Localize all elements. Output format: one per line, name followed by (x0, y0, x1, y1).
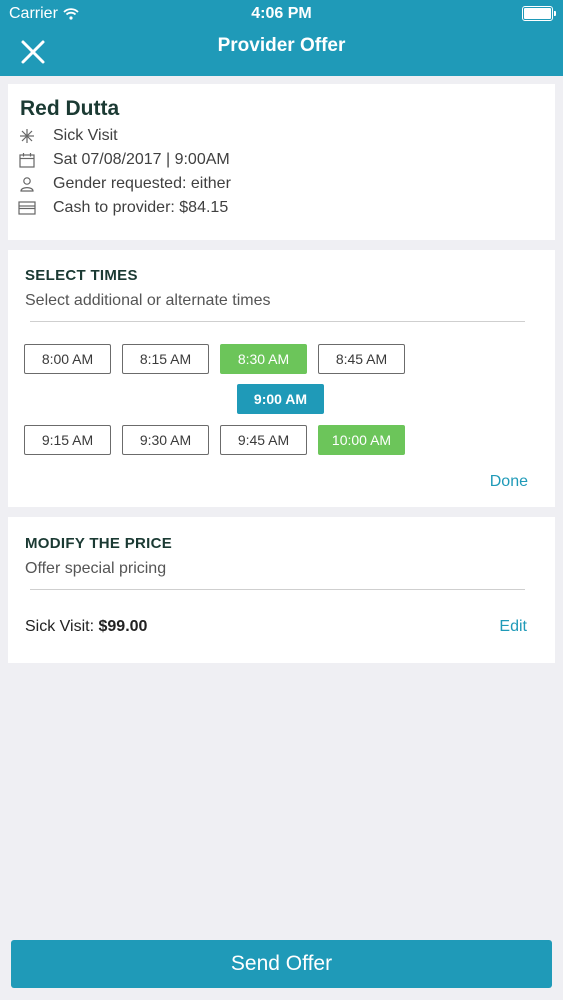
done-button[interactable]: Done (490, 473, 528, 491)
edit-price-button[interactable]: Edit (499, 618, 527, 636)
send-offer-button[interactable]: Send Offer (11, 940, 552, 988)
credit-card-icon (18, 199, 36, 217)
divider (30, 321, 525, 322)
patient-name: Red Dutta (20, 97, 120, 120)
datetime-row: Sat 07/08/2017 | 9:00AM (18, 150, 230, 170)
person-icon (18, 175, 36, 193)
time-slot-button[interactable]: 8:00 AM (24, 344, 111, 374)
status-time: 4:06 PM (251, 5, 312, 22)
nav-bar: Carrier 4:06 PM Provider Offer (0, 0, 563, 76)
modify-price-heading: MODIFY THE PRICE (25, 535, 173, 552)
select-times-heading: SELECT TIMES (25, 267, 138, 284)
time-slot-button[interactable]: 8:15 AM (122, 344, 209, 374)
time-slot-button[interactable]: 9:15 AM (24, 425, 111, 455)
price-label: Sick Visit: (25, 618, 99, 635)
time-slot-button-selected[interactable]: 8:30 AM (220, 344, 307, 374)
select-times-subtitle: Select additional or alternate times (25, 292, 271, 309)
battery-icon (522, 6, 556, 21)
divider (30, 589, 525, 590)
page-title: Provider Offer (217, 35, 346, 56)
cash-to-provider: Cash to provider: $84.15 (53, 199, 229, 216)
time-slot-button[interactable]: 8:45 AM (318, 344, 405, 374)
modify-price-subtitle: Offer special pricing (25, 560, 167, 577)
asterisk-icon (18, 127, 36, 145)
provider-card: Red Dutta Sick Visit Sat 07/08/2017 | 9:… (8, 84, 555, 240)
cash-row: Cash to provider: $84.15 (18, 198, 228, 218)
calendar-icon (18, 151, 36, 169)
time-slot-button-selected[interactable]: 10:00 AM (318, 425, 405, 455)
gender-requested: Gender requested: either (53, 175, 231, 192)
gender-row: Gender requested: either (18, 174, 231, 194)
time-slot-button[interactable]: 9:30 AM (122, 425, 209, 455)
requested-time-button[interactable]: 9:00 AM (237, 384, 324, 414)
modify-price-card: MODIFY THE PRICE Offer special pricing S… (8, 517, 555, 663)
visit-type: Sick Visit (53, 127, 118, 144)
price-row: Sick Visit: $99.00 (25, 618, 147, 636)
price-value: $99.00 (98, 618, 148, 635)
appointment-datetime: Sat 07/08/2017 | 9:00AM (53, 151, 230, 168)
select-times-card: SELECT TIMES Select additional or altern… (8, 250, 555, 507)
visit-type-row: Sick Visit (18, 126, 118, 146)
time-slot-button[interactable]: 9:45 AM (220, 425, 307, 455)
